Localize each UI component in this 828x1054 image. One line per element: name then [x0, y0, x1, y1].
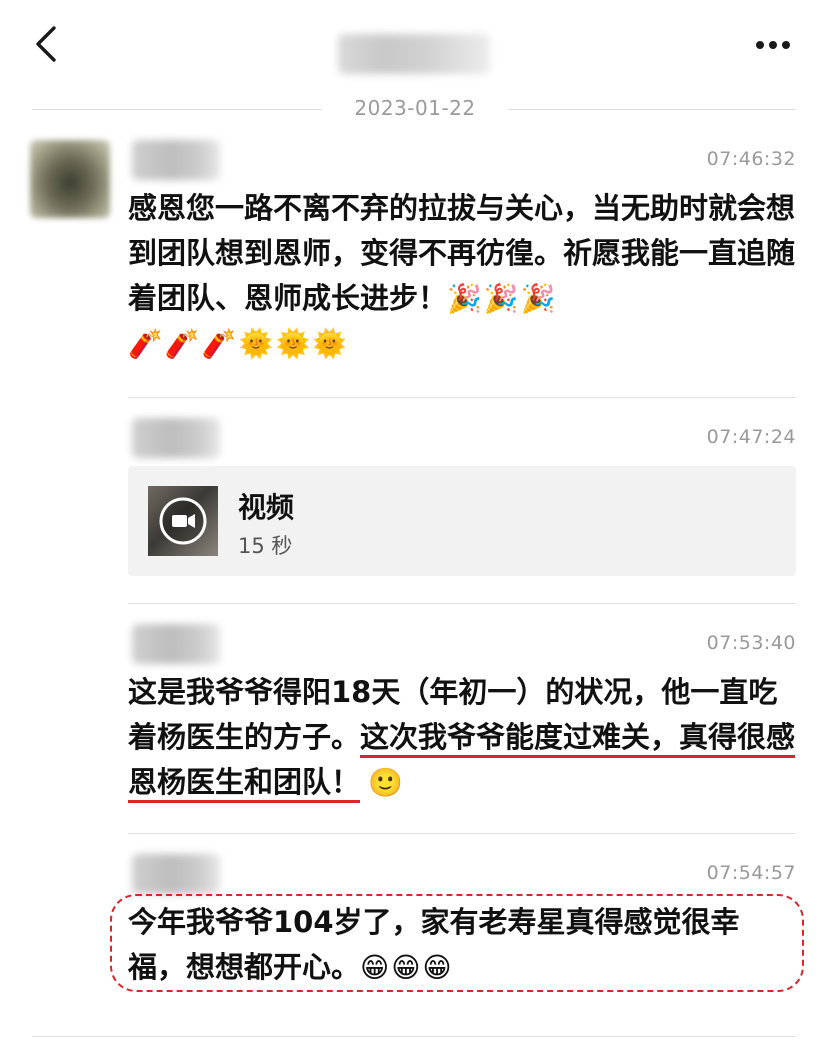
message-time: 07:54:57: [706, 862, 796, 884]
smile-emoji: 🙂: [368, 766, 405, 799]
chat-message: 07:53:40 这是我爷爷得阳18天（年初一）的状况，他一直吃着杨医生的方子。…: [128, 624, 796, 824]
divider: [128, 833, 796, 834]
divider: [32, 109, 322, 110]
highlight-annotation-box: [110, 894, 804, 992]
message-text: 这是我爷爷得阳18天（年初一）的状况，他一直吃着杨医生的方子。这次我爷爷能度过难…: [128, 670, 796, 805]
video-duration: 15 秒: [238, 534, 293, 558]
sender-name-redacted: [132, 624, 220, 664]
divider: [128, 397, 796, 398]
chat-message: 07:47:24: [128, 418, 796, 458]
divider: [128, 603, 796, 604]
chat-message: 07:46:32 感恩您一路不离不弃的拉拔与关心，当无助时就会想到团队想到恩师，…: [128, 140, 796, 380]
message-text: 感恩您一路不离不弃的拉拔与关心，当无助时就会想到团队想到恩师，变得不再彷徨。祈愿…: [128, 186, 796, 366]
more-dots-icon[interactable]: [748, 28, 798, 62]
sender-name-redacted: [132, 854, 220, 894]
date-label: 2023-01-22: [354, 96, 476, 120]
video-message-card[interactable]: 视频 15 秒: [128, 466, 796, 576]
video-thumbnail[interactable]: [148, 486, 218, 556]
top-bar: [0, 0, 828, 90]
sender-name-redacted: [132, 140, 220, 180]
sender-name-redacted: [132, 418, 220, 458]
emoji-line: 🧨🧨🧨🌞🌞🌞: [128, 327, 350, 360]
message-time: 07:47:24: [706, 426, 796, 448]
avatar[interactable]: [30, 140, 110, 218]
chat-title-redacted: [338, 34, 490, 74]
emoji-trail: 🎉🎉🎉: [447, 282, 558, 315]
message-time: 07:53:40: [706, 632, 796, 654]
video-title: 视频: [238, 491, 295, 524]
divider: [508, 109, 796, 110]
chevron-left-icon[interactable]: [28, 22, 68, 66]
message-time: 07:46:32: [706, 148, 796, 170]
date-separator: 2023-01-22: [32, 94, 796, 126]
video-camera-icon: [159, 497, 207, 545]
divider: [32, 1036, 796, 1037]
